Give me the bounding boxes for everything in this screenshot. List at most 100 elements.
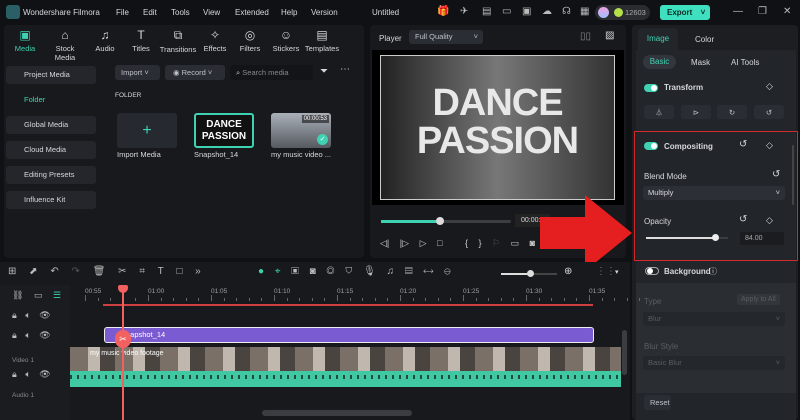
shield-icon[interactable]: ⛉: [345, 266, 352, 277]
cloud-icon[interactable]: ☁: [542, 6, 552, 17]
playhead[interactable]: [122, 287, 124, 420]
zoom-slider[interactable]: [501, 270, 557, 277]
mark-in-icon[interactable]: {: [465, 238, 468, 248]
menu-tools[interactable]: Tools: [171, 8, 190, 17]
shape-icon[interactable]: □: [176, 266, 182, 277]
blur-style-dropdown[interactable]: Basic Blur ˅: [643, 356, 785, 370]
eye-icon[interactable]: 👁︎: [39, 310, 50, 320]
subtab-mask[interactable]: Mask: [691, 58, 710, 67]
transform-toggle[interactable]: [644, 84, 658, 92]
timeline-scrollbar[interactable]: [262, 410, 412, 416]
preview-icon[interactable]: ▤: [405, 266, 413, 277]
menu-extended[interactable]: Extended: [235, 8, 269, 17]
tab-stock-media[interactable]: ⌂ Stock Media: [45, 28, 85, 62]
fit-icon[interactable]: ⟷: [423, 266, 433, 277]
tab-templates[interactable]: ▤ Templates: [302, 28, 342, 53]
snap-icon[interactable]: ⌖: [275, 266, 281, 277]
opacity-input[interactable]: 84.00: [740, 232, 784, 245]
delete-icon[interactable]: 🗑: [93, 266, 106, 277]
menu-help[interactable]: Help: [281, 8, 297, 17]
apps-icon[interactable]: ▦: [580, 6, 589, 17]
media-icon[interactable]: ▣: [291, 266, 299, 277]
tab-filters[interactable]: ◎ Filters: [230, 28, 270, 53]
opacity-slider[interactable]: [646, 234, 728, 241]
volume-icon[interactable]: 🔈︎: [25, 330, 30, 340]
tab-audio[interactable]: ♫ Audio: [85, 28, 125, 53]
lock-icon[interactable]: 🔒︎: [12, 369, 17, 379]
lock-icon[interactable]: 🔒︎: [12, 330, 17, 340]
menu-file[interactable]: File: [116, 8, 129, 17]
track-height-icon[interactable]: ⋮⋮: [596, 266, 616, 277]
notes-icon[interactable]: ▤: [482, 6, 491, 17]
eye-icon[interactable]: 👁︎: [39, 369, 50, 379]
mic-icon[interactable]: 🎙: [363, 266, 376, 277]
more-icon[interactable]: »: [195, 266, 201, 277]
snapshot-14-thumbnail[interactable]: DANCE PASSION: [194, 113, 254, 148]
ai-icon[interactable]: ●: [258, 266, 264, 277]
flip-horizontal-icon[interactable]: ⏃: [644, 105, 674, 119]
sidebar-item-project-media[interactable]: Project Media: [6, 66, 96, 84]
grid-view-icon[interactable]: ▯▯: [580, 31, 591, 42]
sidebar-item-cloud-media[interactable]: Cloud Media: [6, 141, 96, 159]
save-icon[interactable]: ▣: [522, 6, 531, 17]
snapshot-clip[interactable]: Snapshot_14: [104, 327, 594, 343]
sidebar-item-folder[interactable]: Folder: [6, 91, 96, 109]
tab-titles[interactable]: T Titles: [121, 28, 161, 53]
restore-icon[interactable]: ❐: [758, 6, 767, 17]
import-dropdown[interactable]: Import ˅: [115, 65, 160, 80]
timeline-vertical-scrollbar[interactable]: [622, 330, 627, 375]
import-media-tile[interactable]: +: [117, 113, 177, 148]
tab-stickers[interactable]: ☺ Stickers: [266, 28, 306, 53]
quality-dropdown[interactable]: Full Quality ˅: [409, 30, 483, 44]
music-icon[interactable]: ♫: [387, 266, 395, 277]
reset-icon[interactable]: ↺: [739, 139, 747, 150]
sidebar-item-global-media[interactable]: Global Media: [6, 116, 96, 134]
rotate-right-icon[interactable]: ↻: [717, 105, 747, 119]
subtab-basic[interactable]: Basic: [643, 55, 676, 69]
display-icon[interactable]: ▭: [511, 238, 520, 248]
keyframe-icon[interactable]: ◇: [766, 81, 773, 92]
sidebar-item-influence-kit[interactable]: Influence Kit: [6, 191, 96, 209]
type-dropdown[interactable]: Blur ˅: [643, 312, 785, 326]
reset-icon[interactable]: ↺: [739, 214, 747, 225]
cut-icon[interactable]: ✂: [118, 266, 126, 277]
search-media-input[interactable]: ⌕ Search media: [230, 65, 313, 80]
audio-waveform[interactable]: [70, 371, 621, 387]
layout-icon[interactable]: ▭: [502, 6, 511, 17]
playback-progress[interactable]: [381, 217, 511, 225]
volume-icon[interactable]: 🔈︎: [25, 310, 30, 320]
play-circle-icon[interactable]: ◎: [326, 266, 334, 277]
link-icon[interactable]: ⛓: [12, 290, 23, 300]
music-video-thumbnail[interactable]: 00:00:53 ✓: [271, 113, 331, 148]
mark-out-icon[interactable]: }: [478, 238, 481, 248]
sidebar-item-editing-presets[interactable]: Editing Presets: [6, 166, 96, 184]
tab-effects[interactable]: ✧ Effects: [195, 28, 235, 53]
video-clip[interactable]: my music video footage: [70, 347, 621, 371]
help-icon[interactable]: ⓘ: [709, 266, 717, 277]
layout-icon[interactable]: ⊞: [8, 266, 16, 277]
tab-image[interactable]: Image: [638, 28, 678, 50]
eye-icon[interactable]: 👁︎: [39, 330, 50, 340]
background-toggle[interactable]: [645, 267, 659, 275]
time-ruler[interactable]: 00:55 01:00 01:05 01:10 01:15 01:20 01:25 01:30…: [70, 285, 641, 303]
tab-media[interactable]: ▣ Media: [5, 28, 45, 53]
camera-icon[interactable]: ◙: [530, 238, 535, 248]
prev-frame-icon[interactable]: ◁|: [380, 238, 389, 248]
support-icon[interactable]: ☊: [562, 6, 571, 17]
close-icon[interactable]: ✕: [783, 6, 791, 17]
menu-view[interactable]: View: [203, 8, 220, 17]
minimize-icon[interactable]: —: [733, 6, 743, 17]
video-preview[interactable]: DANCE PASSION: [372, 50, 624, 205]
rocket-icon[interactable]: ✈: [460, 6, 468, 17]
group-icon[interactable]: ▭: [34, 290, 43, 300]
apply-to-all-button[interactable]: Apply to All: [737, 294, 780, 305]
volume-icon[interactable]: 🔈︎: [25, 369, 30, 379]
compositing-toggle[interactable]: [644, 142, 658, 150]
zoom-in-icon[interactable]: ⊕: [564, 266, 572, 277]
keyframe-icon[interactable]: ◇: [766, 215, 773, 226]
menu-edit[interactable]: Edit: [143, 8, 157, 17]
subtab-ai-tools[interactable]: AI Tools: [731, 58, 759, 67]
stop-icon[interactable]: □: [437, 238, 442, 248]
record-dropdown[interactable]: ◉ Record ˅: [165, 65, 225, 80]
undo-icon[interactable]: ↶: [50, 266, 58, 277]
